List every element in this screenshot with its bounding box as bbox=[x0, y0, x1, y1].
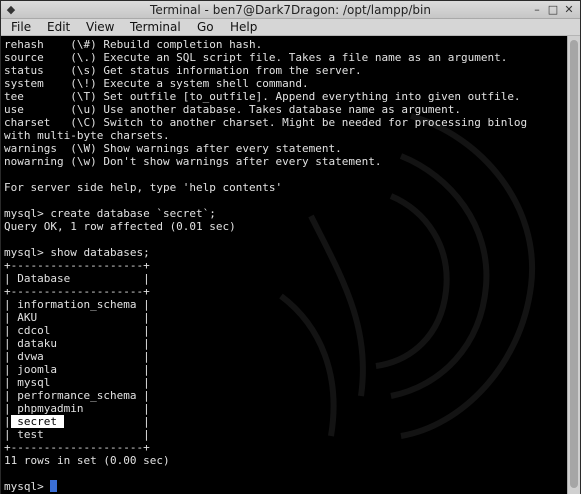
terminal-line: | phpmyadmin | bbox=[4, 402, 150, 415]
terminal-line: | Database | bbox=[4, 272, 150, 285]
menu-help[interactable]: Help bbox=[230, 20, 257, 34]
terminal-line: 11 rows in set (0.00 sec) bbox=[4, 454, 170, 467]
terminal-line: | dvwa | bbox=[4, 350, 150, 363]
close-icon[interactable]: ✕ bbox=[563, 4, 575, 16]
terminal-line: | joomla | bbox=[4, 363, 150, 376]
terminal-window: ◆ Terminal - ben7@Dark7Dragon: /opt/lamp… bbox=[0, 0, 581, 494]
maximize-icon[interactable]: □ bbox=[547, 4, 559, 16]
table-border: | bbox=[63, 415, 150, 428]
mysql-prompt[interactable]: mysql> bbox=[4, 480, 50, 493]
terminal-line: +--------------------+ bbox=[4, 285, 150, 298]
minimize-icon[interactable]: – bbox=[531, 4, 543, 16]
terminal-line: | information_schema | bbox=[4, 298, 150, 311]
terminal-line: rehash (\#) Rebuild completion hash. bbox=[4, 38, 263, 51]
terminal-line: | performance_schema | bbox=[4, 389, 150, 402]
terminal-line: | dataku | bbox=[4, 337, 150, 350]
text-cursor bbox=[50, 480, 58, 492]
menu-bar: File Edit View Terminal Go Help bbox=[1, 19, 580, 36]
window-title: Terminal - ben7@Dark7Dragon: /opt/lampp/… bbox=[150, 3, 431, 17]
terminal-line: nowarning (\w) Don't show warnings after… bbox=[4, 155, 382, 168]
terminal-output[interactable]: rehash (\#) Rebuild completion hash. sour… bbox=[1, 36, 567, 494]
terminal-line: | cdcol | bbox=[4, 324, 150, 337]
terminal-line: Query OK, 1 row affected (0.01 sec) bbox=[4, 220, 236, 233]
terminal-line: +--------------------+ bbox=[4, 259, 150, 272]
selected-text[interactable]: secret bbox=[10, 415, 64, 428]
scrollbar-thumb[interactable] bbox=[570, 40, 578, 488]
menu-file[interactable]: File bbox=[11, 20, 31, 34]
terminal-line: charset (\C) Switch to another charset. … bbox=[4, 116, 528, 129]
terminal-line: | AKU | bbox=[4, 311, 150, 324]
terminal-line: For server side help, type 'help content… bbox=[4, 181, 283, 194]
terminal-lines: rehash (\#) Rebuild completion hash. sour… bbox=[4, 38, 527, 493]
terminal-line: +--------------------+ bbox=[4, 441, 150, 454]
terminal-line: | mysql | bbox=[4, 376, 150, 389]
title-bar[interactable]: ◆ Terminal - ben7@Dark7Dragon: /opt/lamp… bbox=[1, 1, 580, 19]
terminal-line: mysql> show databases; bbox=[4, 246, 150, 259]
terminal-line: tee (\T) Set outfile [to_outfile]. Appen… bbox=[4, 90, 521, 103]
terminal-prompt-line: mysql> bbox=[4, 480, 527, 493]
menu-edit[interactable]: Edit bbox=[47, 20, 70, 34]
terminal-line: source (\.) Execute an SQL script file. … bbox=[4, 51, 508, 64]
terminal-line: mysql> create database `secret`; bbox=[4, 207, 216, 220]
terminal-line-selected: | secret | bbox=[4, 415, 527, 428]
terminal-line: with multi-byte charsets. bbox=[4, 129, 170, 142]
table-border: | bbox=[4, 415, 11, 428]
menu-go[interactable]: Go bbox=[197, 20, 214, 34]
terminal-line: use (\u) Use another database. Takes dat… bbox=[4, 103, 461, 116]
menu-view[interactable]: View bbox=[86, 20, 114, 34]
terminal-line: system (\!) Execute a system shell comma… bbox=[4, 77, 309, 90]
terminal-line: | test | bbox=[4, 428, 150, 441]
vertical-scrollbar[interactable] bbox=[567, 36, 580, 494]
terminal-line: status (\s) Get status information from … bbox=[4, 64, 362, 77]
terminal-line: warnings (\W) Show warnings after every … bbox=[4, 142, 342, 155]
menu-terminal[interactable]: Terminal bbox=[130, 20, 181, 34]
